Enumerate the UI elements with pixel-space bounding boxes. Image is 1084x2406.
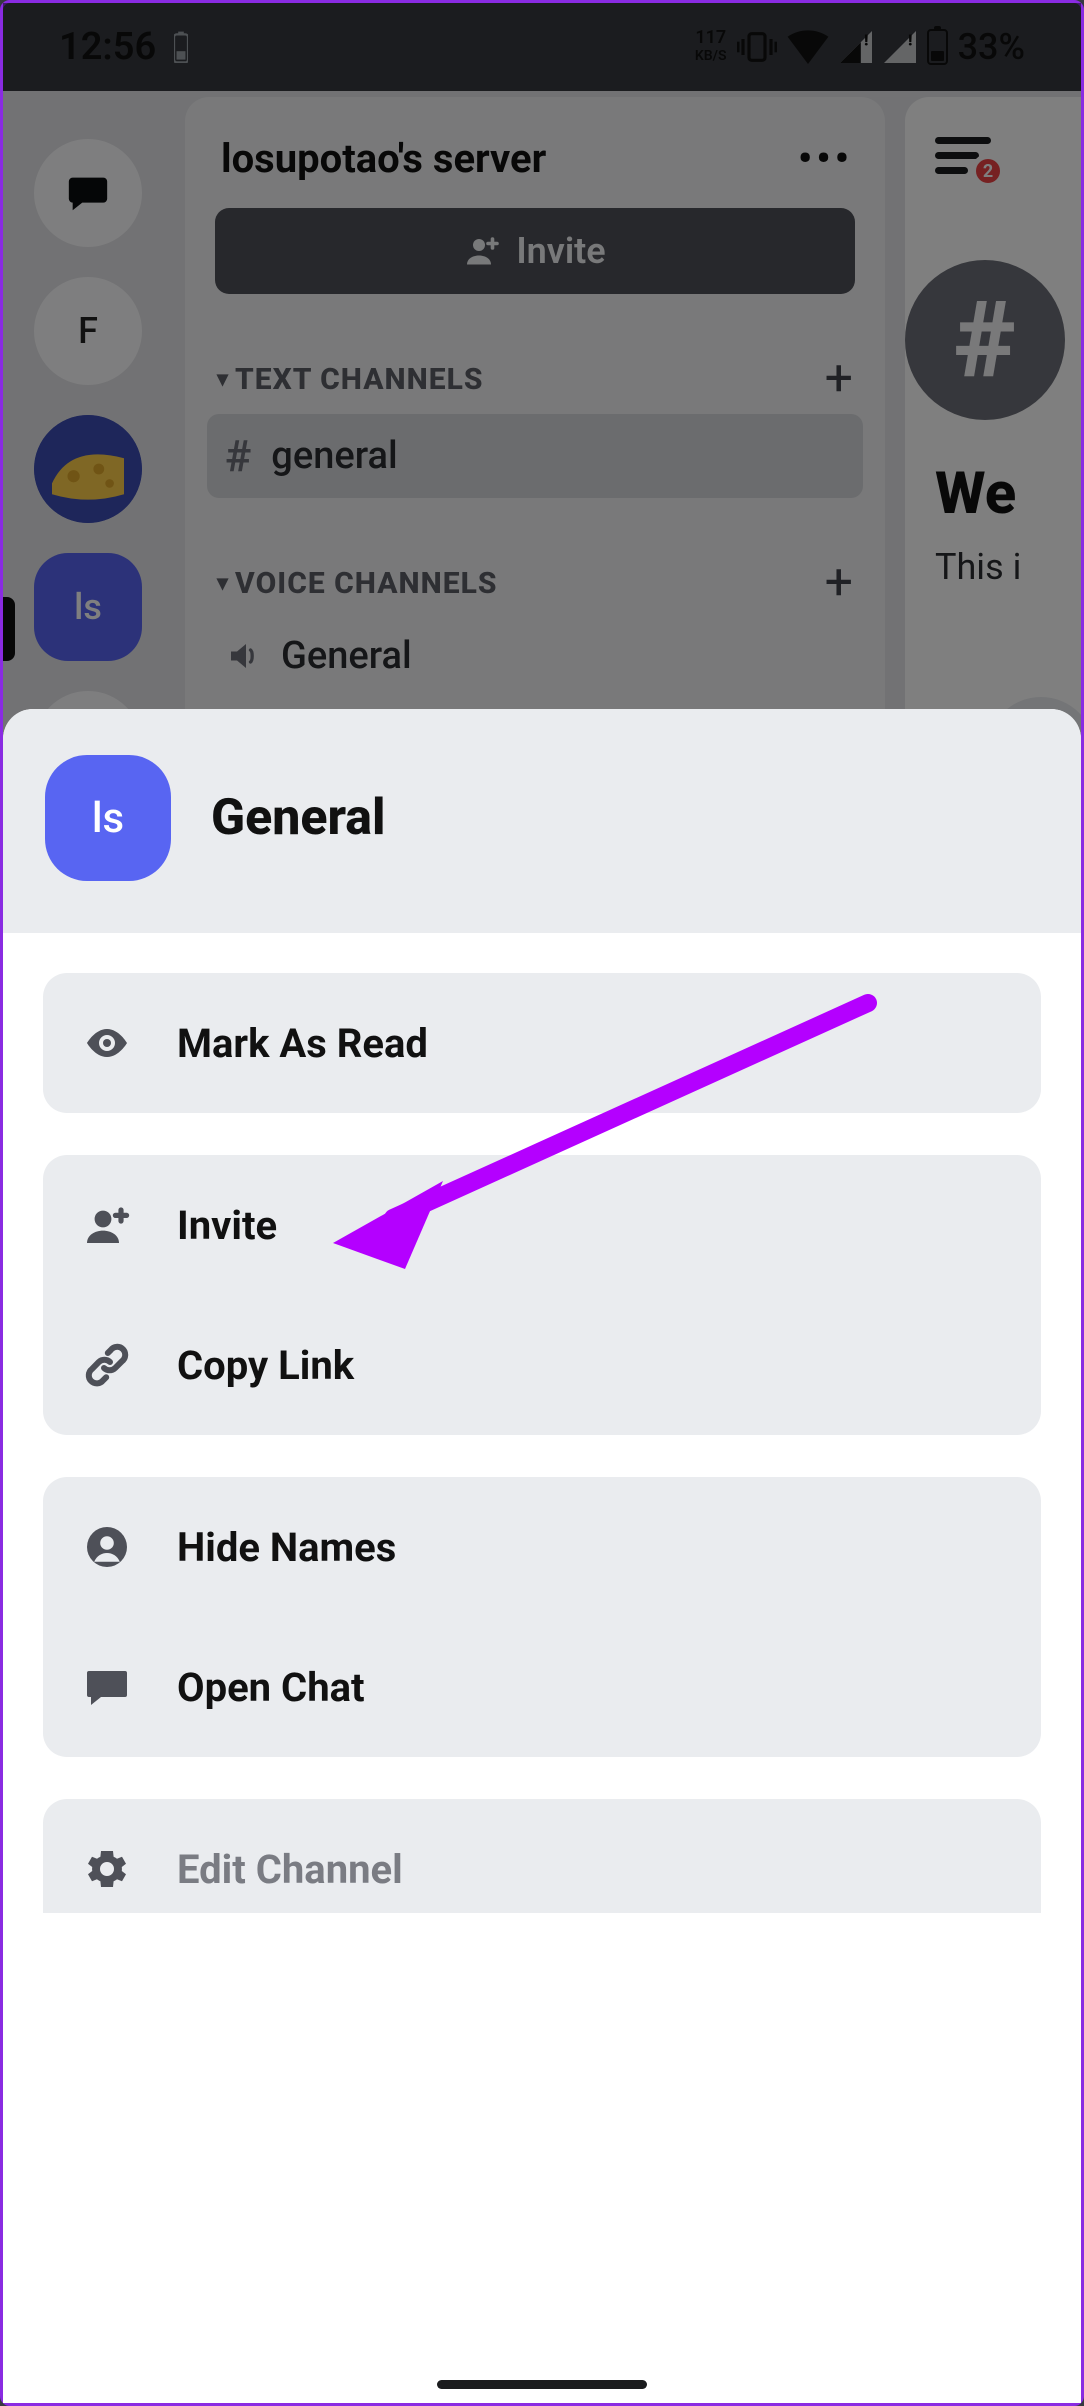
gear-icon [81, 1843, 133, 1895]
invite-item[interactable]: Invite [43, 1155, 1041, 1295]
hide-names-item[interactable]: Hide Names [43, 1477, 1041, 1617]
sheet-server-avatar: ls [45, 755, 171, 881]
edit-channel-item[interactable]: Edit Channel [43, 1799, 1041, 1913]
home-indicator[interactable] [437, 2380, 647, 2389]
eye-icon [81, 1017, 133, 1069]
person-add-icon [81, 1199, 133, 1251]
open-chat-item[interactable]: Open Chat [43, 1617, 1041, 1757]
sheet-header: ls General [3, 709, 1081, 933]
link-icon [81, 1339, 133, 1391]
channel-actions-sheet: ls General Mark As Read Invite Copy Link… [3, 709, 1081, 2403]
copy-link-item[interactable]: Copy Link [43, 1295, 1041, 1435]
chat-icon [81, 1661, 133, 1713]
user-circle-icon [81, 1521, 133, 1573]
mark-as-read-item[interactable]: Mark As Read [43, 973, 1041, 1113]
sheet-title: General [211, 789, 385, 847]
